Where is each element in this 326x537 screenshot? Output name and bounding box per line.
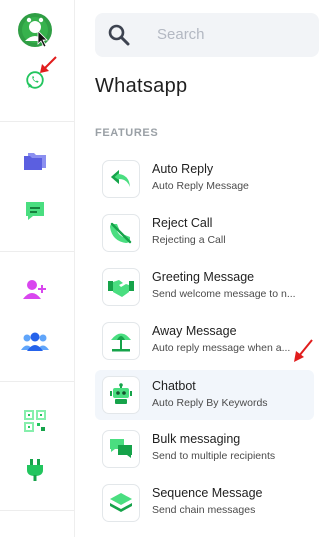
robot-icon bbox=[110, 383, 132, 404]
feature-item-away-message[interactable]: Away Message Auto reply message when a..… bbox=[95, 318, 314, 364]
rail-divider bbox=[0, 510, 74, 511]
feature-description: Send to multiple recipients bbox=[152, 450, 276, 462]
sidebar-item-folder[interactable] bbox=[17, 142, 53, 178]
plug-icon bbox=[27, 459, 43, 481]
qr-code-icon bbox=[24, 410, 46, 432]
feature-item-sequence-message[interactable]: Sequence Message Send chain messages bbox=[95, 480, 314, 526]
feature-icon-box bbox=[102, 430, 140, 468]
sidebar-item-groups[interactable] bbox=[17, 324, 53, 360]
folder-icon bbox=[24, 153, 46, 170]
feature-icon-box bbox=[102, 322, 140, 360]
feature-name: Bulk messaging bbox=[152, 432, 241, 446]
feature-item-bulk-messaging[interactable]: Bulk messaging Send to multiple recipien… bbox=[95, 426, 314, 472]
app-logo-button[interactable] bbox=[15, 10, 55, 50]
sidebar-item-integrations[interactable] bbox=[17, 452, 53, 488]
search-input[interactable] bbox=[155, 25, 309, 44]
feature-icon-box bbox=[102, 484, 140, 522]
rail-divider bbox=[0, 251, 74, 252]
app-logo-icon bbox=[18, 13, 52, 48]
feature-description: Auto reply message when a... bbox=[152, 342, 291, 354]
feature-description: Send chain messages bbox=[152, 504, 256, 516]
feature-item-chatbot[interactable]: Chatbot Auto Reply By Keywords bbox=[95, 370, 314, 420]
page-title: Whatsapp bbox=[95, 75, 188, 97]
beach-umbrella-icon bbox=[111, 333, 131, 352]
feature-description: Send welcome message to n... bbox=[152, 288, 296, 300]
search-bar[interactable] bbox=[95, 13, 319, 57]
main-panel: Whatsapp FEATURES Auto Reply Auto Reply … bbox=[75, 0, 326, 537]
add-user-icon bbox=[23, 280, 46, 299]
feature-name: Sequence Message bbox=[152, 486, 263, 500]
rail-divider bbox=[0, 381, 74, 382]
feature-name: Away Message bbox=[152, 324, 237, 338]
reject-call-icon bbox=[110, 222, 132, 244]
feature-description: Auto Reply Message bbox=[152, 180, 249, 192]
search-icon bbox=[108, 24, 130, 46]
sidebar-item-chat[interactable] bbox=[17, 193, 53, 229]
feature-icon-box bbox=[102, 160, 140, 198]
section-label: FEATURES bbox=[95, 127, 159, 139]
feature-icon-box bbox=[102, 214, 140, 252]
whatsapp-icon bbox=[26, 71, 44, 89]
users-group-icon bbox=[21, 332, 49, 351]
feature-name: Chatbot bbox=[152, 379, 196, 393]
sidebar-item-qr-code[interactable] bbox=[17, 403, 53, 439]
reply-icon bbox=[111, 170, 130, 187]
feature-icon-box bbox=[102, 376, 140, 414]
sidebar-rail bbox=[0, 0, 75, 537]
feature-name: Reject Call bbox=[152, 216, 213, 230]
feature-name: Auto Reply bbox=[152, 162, 214, 176]
feature-item-auto-reply[interactable]: Auto Reply Auto Reply Message bbox=[95, 156, 314, 202]
rail-divider bbox=[0, 121, 74, 122]
bulk-messages-icon bbox=[110, 439, 132, 458]
sidebar-item-whatsapp[interactable] bbox=[17, 62, 53, 98]
handshake-icon bbox=[108, 280, 134, 297]
feature-description: Rejecting a Call bbox=[152, 234, 226, 246]
feature-name: Greeting Message bbox=[152, 270, 255, 284]
feature-item-reject-call[interactable]: Reject Call Rejecting a Call bbox=[95, 210, 314, 256]
feature-item-greeting-message[interactable]: Greeting Message Send welcome message to… bbox=[95, 264, 314, 310]
feature-icon-box bbox=[102, 268, 140, 306]
feature-description: Auto Reply By Keywords bbox=[152, 397, 268, 409]
chat-icon bbox=[26, 202, 44, 220]
layers-icon bbox=[110, 493, 132, 512]
sidebar-item-add-user[interactable] bbox=[17, 272, 53, 308]
